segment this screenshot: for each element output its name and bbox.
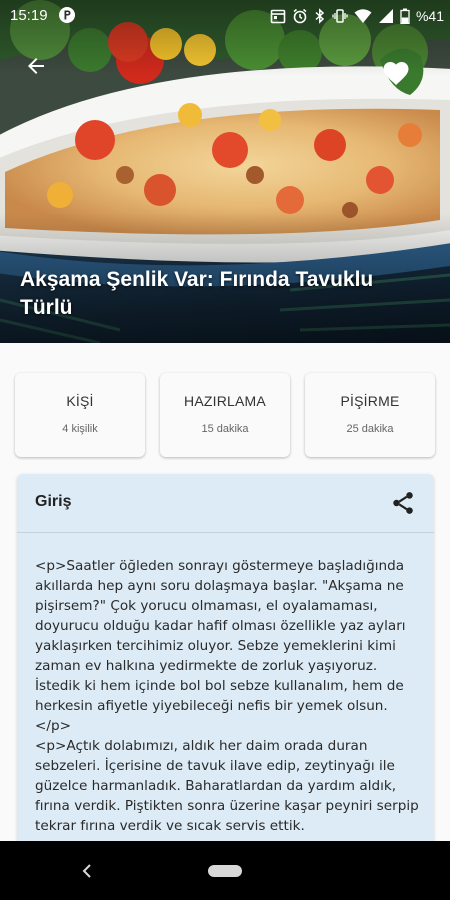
recipe-hero-image: 15:19 %41 Akşama Şenlik Var: Fırında Tav… — [0, 0, 450, 343]
recipe-detail-screen: 15:19 %41 Akşama Şenlik Var: Fırında Tav… — [0, 0, 450, 900]
info-card-label: PİŞİRME — [340, 393, 400, 409]
info-card-servings: KİŞİ 4 kişilik — [15, 373, 145, 457]
intro-section: Giriş <p>Saatler öğleden sonrayı gösterm… — [17, 474, 434, 854]
info-card-cook-time: PİŞİRME 25 dakika — [305, 373, 435, 457]
alarm-icon — [293, 8, 307, 24]
recipe-info-row: KİŞİ 4 kişilik HAZIRLAMA 15 dakika PİŞİR… — [15, 373, 435, 457]
share-icon[interactable] — [390, 490, 416, 516]
nav-back-icon[interactable] — [78, 861, 96, 881]
intro-body-text: <p>Saatler öğleden sonrayı göstermeye ba… — [35, 558, 419, 834]
back-button[interactable] — [18, 48, 54, 84]
intro-title: Giriş — [35, 493, 72, 510]
system-nav-bar — [0, 841, 450, 900]
status-icons: %41 — [270, 6, 444, 26]
bluetooth-icon — [315, 8, 325, 24]
info-card-label: HAZIRLAMA — [184, 393, 266, 409]
vibrate-icon — [332, 9, 348, 23]
favorite-button[interactable] — [378, 54, 414, 90]
status-bar: 15:19 %41 — [0, 0, 450, 32]
battery-icon — [400, 8, 410, 24]
heart-icon — [383, 62, 409, 85]
calendar-icon — [270, 9, 286, 24]
arrow-left-icon — [28, 58, 44, 74]
p-app-icon — [59, 7, 75, 23]
recipe-title: Akşama Şenlik Var: Fırında Tavuklu Türlü — [20, 268, 374, 319]
info-card-value: 15 dakika — [201, 423, 249, 435]
info-card-label: KİŞİ — [66, 393, 94, 409]
wifi-icon — [354, 9, 372, 23]
info-card-value: 4 kişilik — [62, 423, 98, 435]
status-time: 15:19 — [10, 7, 48, 24]
nav-home-pill-icon[interactable] — [208, 865, 242, 877]
signal-icon — [378, 9, 393, 23]
battery-percent: %41 — [415, 8, 444, 24]
info-card-prep-time: HAZIRLAMA 15 dakika — [160, 373, 290, 457]
intro-header: Giriş — [17, 474, 434, 533]
info-card-value: 25 dakika — [346, 423, 394, 435]
